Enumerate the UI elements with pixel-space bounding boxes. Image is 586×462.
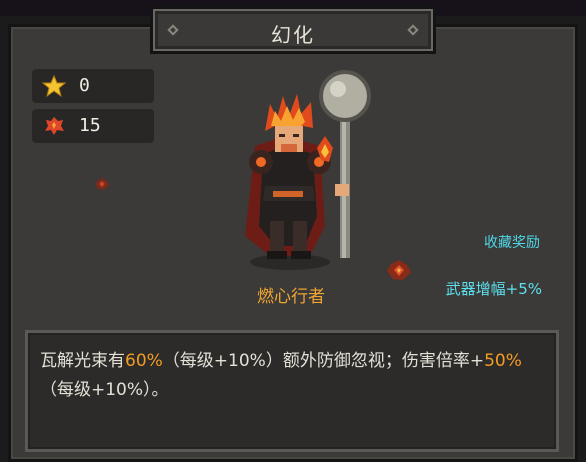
desc-value-2: 50% [484,351,522,371]
description-box: 瓦解光束有60%（每级+10%）额外防御忽视；伤害倍率+50% （每级+10%）。 [25,330,559,452]
hero-illustration [245,70,371,270]
ember-counter: 15 [32,109,154,143]
weapon-bonus: 武器增幅+5% [445,280,542,298]
title-plate: 幻化 [150,6,436,54]
desc-value-1: 60% [125,351,163,371]
desc-part-1: 瓦解光束有 [40,351,125,371]
star-icon [42,75,66,97]
skill-description: 瓦解光束有60%（每级+10%）额外防御忽视；伤害倍率+50% （每级+10%）。 [40,347,544,405]
desc-part-2: （每级+10%）额外防御忽视；伤害倍率+ [162,351,485,371]
star-count: 0 [79,75,90,96]
star-counter: 0 [32,69,154,103]
collection-reward-label: 收藏奖励 [484,235,540,251]
floating-ember-icon [95,178,109,190]
ember-count: 15 [79,115,101,136]
hero-sprite [225,66,385,276]
hero-name: 燃心行者 [257,287,325,307]
ember-icon [45,117,64,135]
desc-part-3: （每级+10%）。 [40,380,169,400]
page-title: 幻化 [271,23,315,47]
